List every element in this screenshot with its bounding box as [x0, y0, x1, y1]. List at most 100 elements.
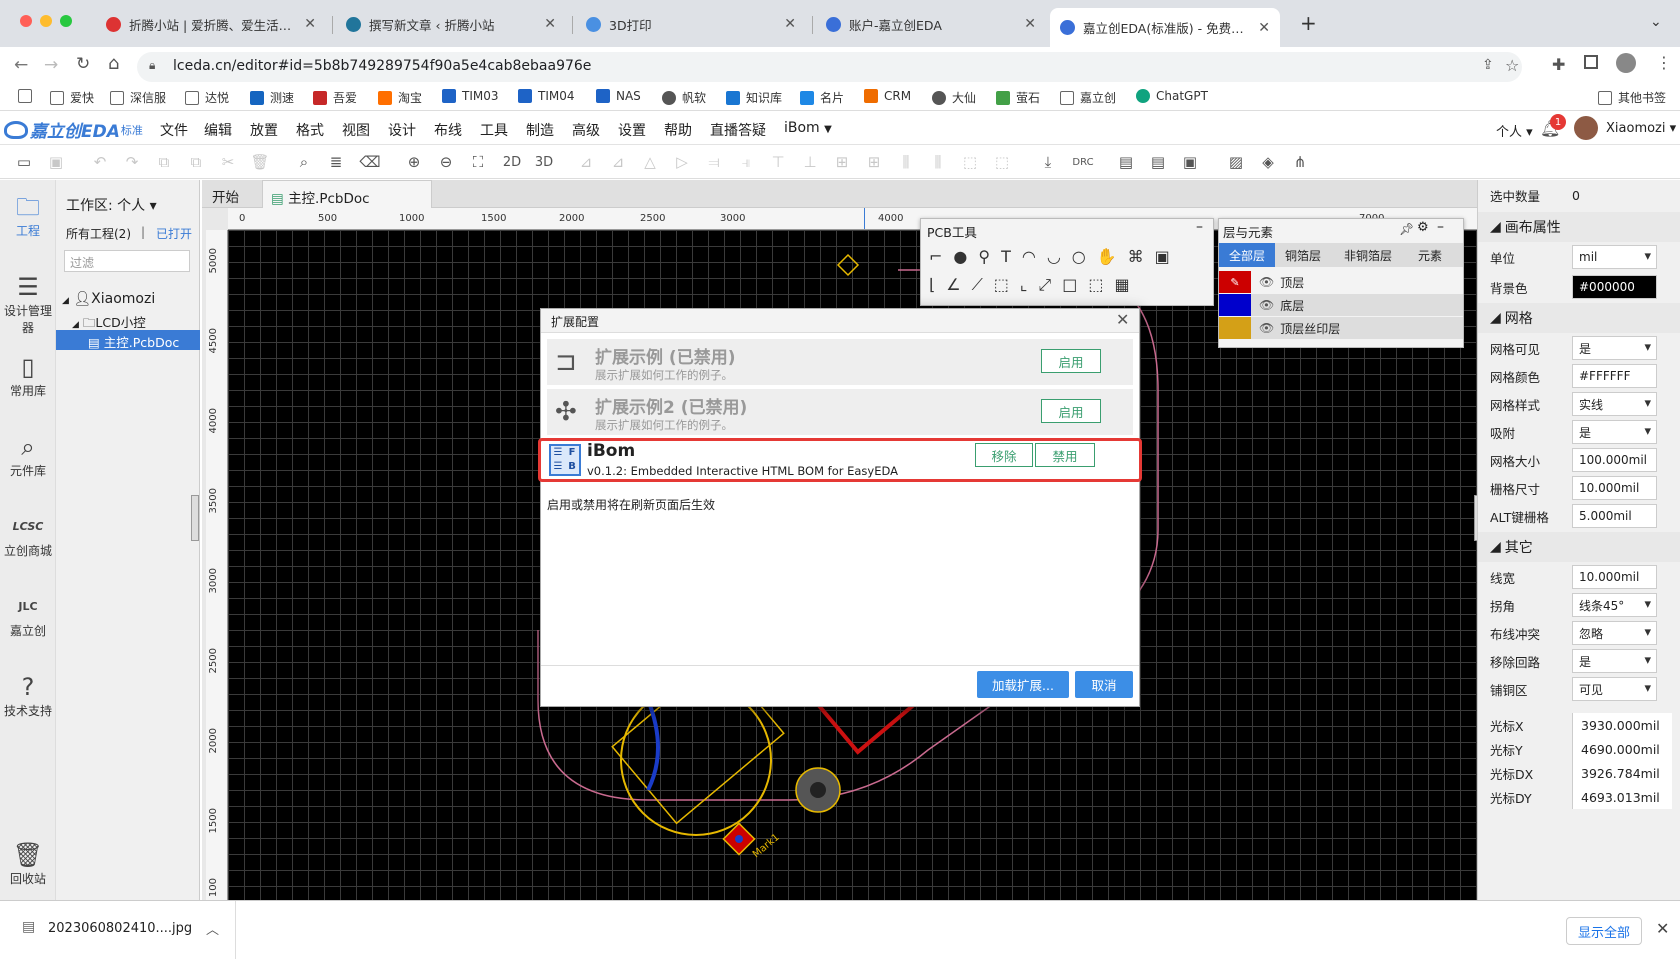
remove-button[interactable]: 移除	[975, 443, 1033, 467]
close-window-button[interactable]	[20, 15, 32, 27]
show-all-button[interactable]: 显示全部	[1566, 917, 1642, 945]
copper-select[interactable]: 可见	[1572, 677, 1657, 701]
bookmark-item[interactable]: 萤石	[996, 89, 1040, 106]
tree-doc-selected[interactable]: ▤ 主控.PcbDoc	[56, 330, 200, 350]
user-avatar[interactable]	[1574, 116, 1598, 140]
layer-row[interactable]: ✎ 👁︎ 顶层	[1219, 271, 1463, 293]
eye-icon[interactable]: 👁︎	[1259, 321, 1274, 335]
gear-icon[interactable]: ⚙	[1417, 220, 1429, 235]
tab-elements[interactable]: 元素	[1405, 247, 1455, 264]
nav-component-library[interactable]: ⌕ 元件库	[0, 432, 56, 479]
zoom-out-icon[interactable]: ⊖	[436, 152, 456, 172]
minimize-panel-icon[interactable]: –	[1437, 219, 1444, 235]
bom-icon[interactable]: ▤	[1116, 152, 1136, 172]
share-icon[interactable]: ⇪	[1482, 57, 1494, 73]
layers-icon[interactable]: ◈	[1258, 152, 1278, 172]
browser-tab[interactable]: 3D打印 ✕	[576, 9, 806, 39]
browser-tab-active[interactable]: 嘉立创EDA(标准版) - 免费、易用 ✕	[1050, 8, 1280, 47]
tree-filter-input[interactable]: 过滤	[64, 250, 190, 272]
nav-tech-support[interactable]: ? 技术支持	[0, 672, 56, 719]
tab-non-copper-layers[interactable]: 非铜箔层	[1331, 247, 1405, 264]
search-icon[interactable]: ⌕	[294, 152, 314, 172]
user-menu[interactable]: Xiaomozi ▾	[1606, 121, 1676, 136]
zoom-in-icon[interactable]: ⊕	[404, 152, 424, 172]
distribute-icon[interactable]: ⫼	[928, 152, 948, 172]
bookmark-item[interactable]: 知识库	[726, 89, 782, 106]
nav-projects[interactable]: 🗀 工程	[0, 192, 56, 239]
close-tab-icon[interactable]: ✕	[1258, 20, 1270, 36]
opened-projects-link[interactable]: 已打开	[156, 225, 192, 242]
align-left-icon[interactable]: ⫤	[704, 152, 724, 172]
pin-icon[interactable]: 📌︎	[1399, 222, 1414, 236]
pcb-tool-row-2[interactable]: ⌊∠⟋⬚⌞⤢□⬚▦	[929, 275, 1209, 295]
pick-place-icon[interactable]: ▣	[1180, 152, 1200, 172]
nav-design-manager[interactable]: ☰ 设计管理器	[0, 272, 56, 336]
minimize-window-button[interactable]	[40, 15, 52, 27]
home-icon[interactable]: ⌂	[108, 53, 119, 74]
grid-section[interactable]: ◢ 网格	[1478, 303, 1680, 333]
align-center-icon[interactable]: ⊞	[832, 152, 852, 172]
close-dialog-icon[interactable]: ✕	[1116, 310, 1129, 329]
all-projects-link[interactable]: 所有工程(2)	[66, 225, 131, 242]
layer-row[interactable]: 👁︎ 底层	[1219, 294, 1463, 316]
snap-select[interactable]: 是	[1572, 420, 1657, 444]
close-tab-icon[interactable]: ✕	[544, 16, 556, 32]
load-extension-button[interactable]: 加载扩展...	[977, 671, 1069, 698]
alt-grid-input[interactable]: 5.000mil	[1572, 504, 1657, 528]
bookmark-item[interactable]: 帆软	[662, 89, 706, 106]
menu-route[interactable]: 布线	[434, 120, 462, 140]
browser-tab[interactable]: 撰写新文章 ‹ 折腾小站 ✕	[336, 9, 566, 39]
bookmark-item[interactable]: 名片	[800, 89, 844, 106]
grid-color-input[interactable]: #FFFFFF	[1572, 364, 1657, 388]
bookmark-item[interactable]: CRM	[864, 89, 911, 103]
menu-ibom[interactable]: iBom ▼	[784, 120, 832, 136]
layer-row[interactable]: 👁︎ 顶层丝印层	[1219, 317, 1463, 339]
canvas-props-section[interactable]: ◢ 画布属性	[1478, 212, 1680, 242]
menu-settings[interactable]: 设置	[618, 120, 646, 140]
paste-icon[interactable]: ⧉	[186, 152, 206, 172]
layer-color-swatch[interactable]	[1219, 317, 1251, 339]
tab-pcbdoc[interactable]: ▤ 主控.PcbDoc	[262, 180, 432, 208]
align-middle-icon[interactable]: ⊞	[864, 152, 884, 172]
tab-all-layers[interactable]: 全部层	[1219, 243, 1275, 267]
maximize-window-button[interactable]	[60, 15, 72, 27]
align-bottom-icon[interactable]: ⊥	[800, 152, 820, 172]
share-icon[interactable]: ⋔	[1290, 152, 1310, 172]
grid-size-input[interactable]: 100.000mil	[1572, 448, 1657, 472]
menu-live-qa[interactable]: 直播答疑	[710, 120, 766, 140]
menu-design[interactable]: 设计	[388, 120, 416, 140]
cut-icon[interactable]: ✂	[218, 152, 238, 172]
bookmark-item[interactable]: 爱快	[50, 89, 94, 106]
tab-search-chevron-icon[interactable]: ⌄	[1650, 14, 1662, 30]
view-2d-button[interactable]: 2D	[500, 152, 524, 172]
close-tab-icon[interactable]: ✕	[784, 16, 796, 32]
tab-start[interactable]: 开始	[212, 186, 239, 206]
enable-button[interactable]: 启用	[1041, 399, 1101, 423]
tree-owner[interactable]: ◢ 👤︎Xiaomozi	[62, 291, 155, 307]
close-download-bar-icon[interactable]: ✕	[1656, 919, 1669, 938]
pcb-tool-row-1[interactable]: ⌐●⚲T◠◡○✋⌘▣	[929, 247, 1209, 266]
menu-place[interactable]: 放置	[250, 120, 278, 140]
undo-icon[interactable]: ↶	[90, 152, 110, 172]
gerber-icon[interactable]: ▤	[1148, 152, 1168, 172]
panel-collapse-handle[interactable]	[191, 495, 199, 541]
account-type-dropdown[interactable]: 个人 ▾	[1496, 121, 1533, 140]
flip-icon[interactable]: △	[640, 152, 660, 172]
menu-advanced[interactable]: 高级	[572, 120, 600, 140]
corner-select[interactable]: 线条45°	[1572, 593, 1657, 617]
grid-style-select[interactable]: 实线	[1572, 392, 1657, 416]
url-text[interactable]: lceda.cn/editor#id=5b8b749289754f90a5e4c…	[173, 58, 591, 74]
bookmark-item[interactable]: 大仙	[932, 89, 976, 106]
import-icon[interactable]: ⤓	[1038, 152, 1058, 172]
align-right-icon[interactable]: ⫣	[736, 152, 756, 172]
menu-help[interactable]: 帮助	[664, 120, 692, 140]
ungroup-icon[interactable]: ⬚	[992, 152, 1012, 172]
remove-loop-select[interactable]: 是	[1572, 649, 1657, 673]
menu-edit[interactable]: 编辑	[204, 120, 232, 140]
enable-button[interactable]: 启用	[1041, 349, 1101, 373]
forward-icon[interactable]: →	[44, 55, 58, 75]
eraser-icon[interactable]: ⌫	[359, 152, 380, 172]
drc-button[interactable]: DRC	[1070, 152, 1096, 172]
download-item[interactable]: ▤ 2023060802410....jpg ︿	[0, 901, 236, 959]
tab-copper-layers[interactable]: 铜箔层	[1275, 247, 1331, 264]
